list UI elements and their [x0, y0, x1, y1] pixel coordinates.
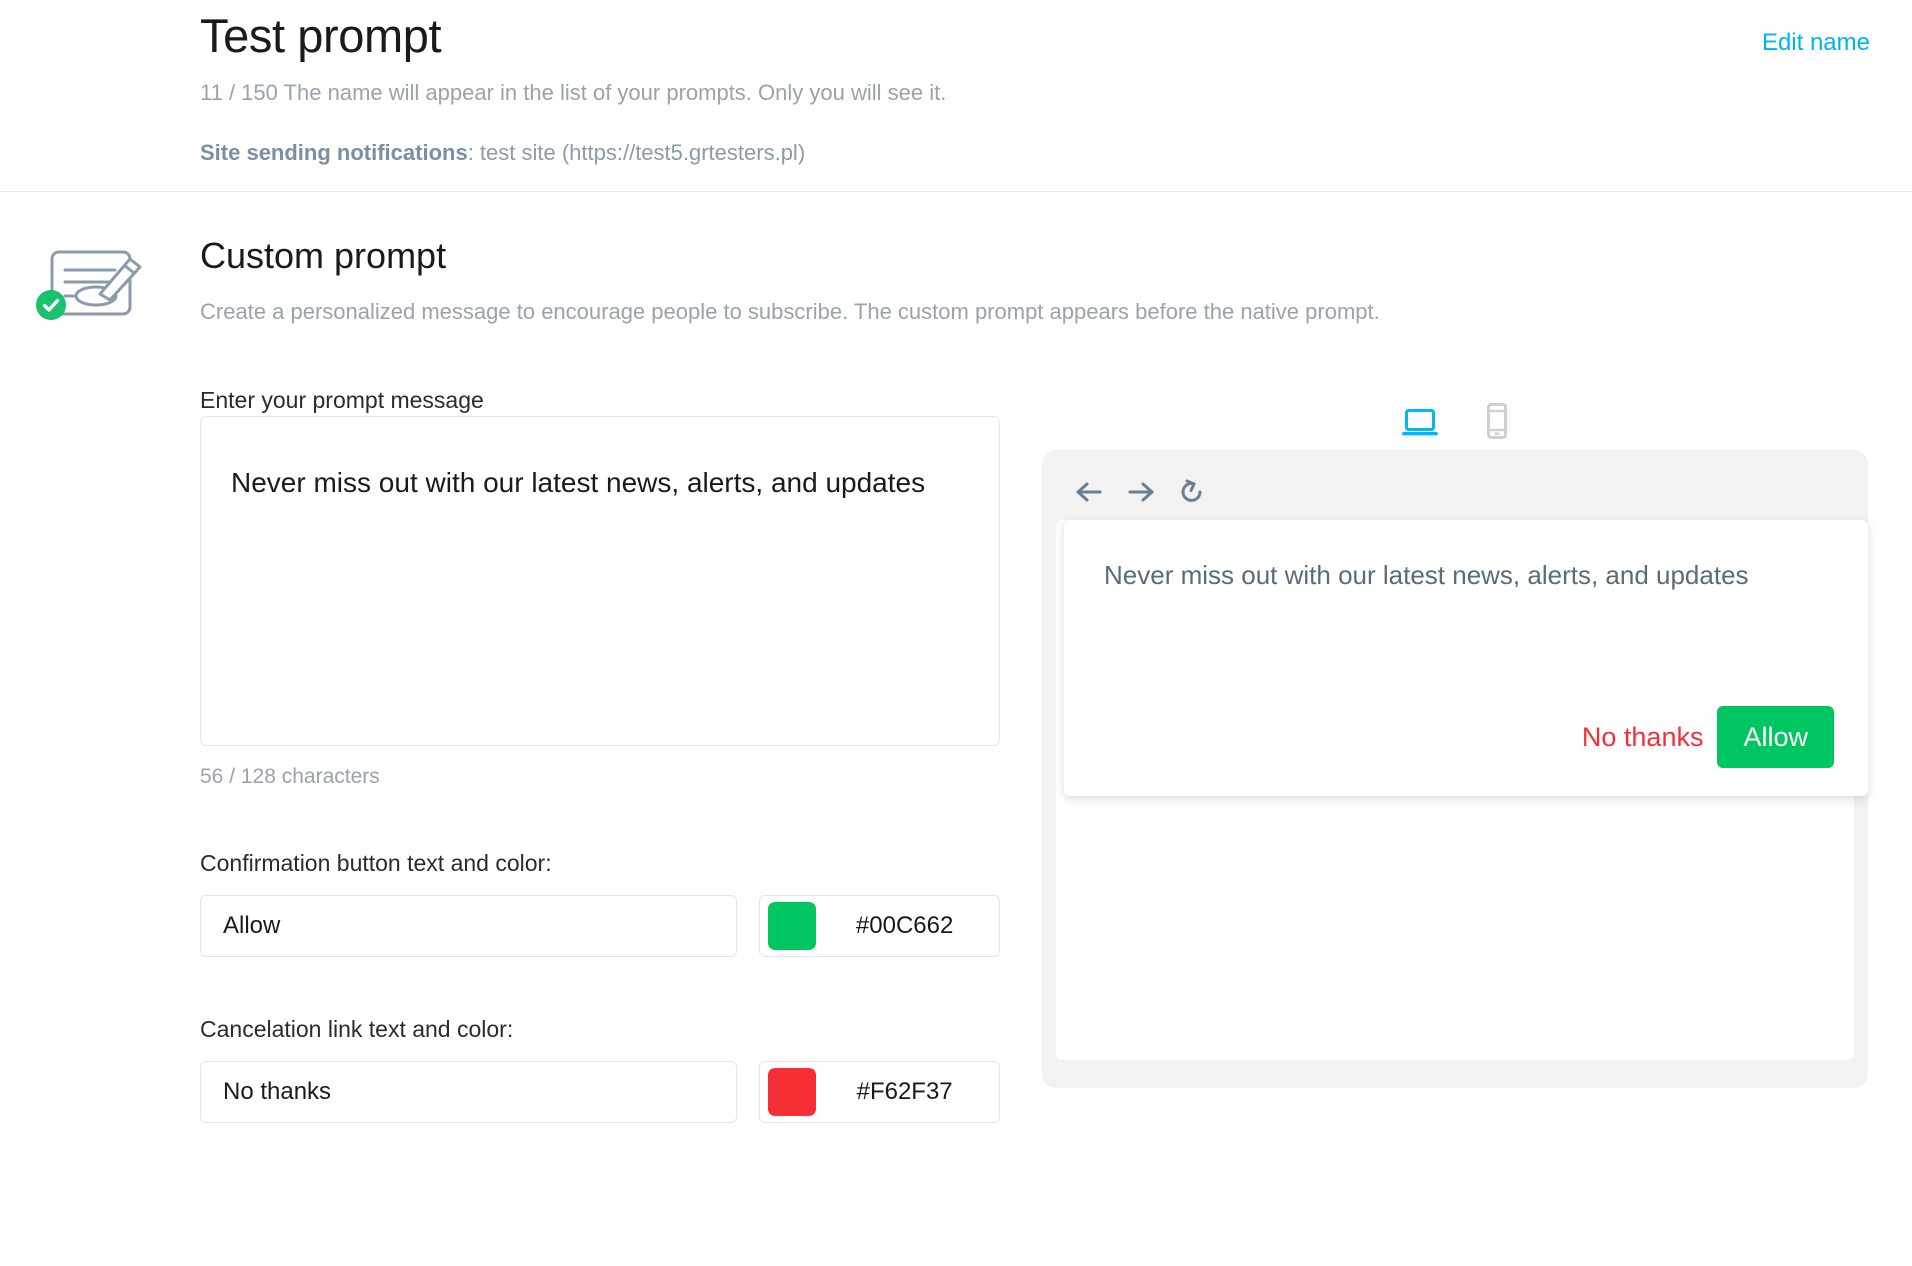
cancelation-color-picker[interactable]: #F62F37: [759, 1061, 1000, 1123]
prompt-message-label: Enter your prompt message: [200, 387, 484, 413]
arrow-right-icon[interactable]: [1126, 479, 1156, 505]
reload-icon[interactable]: [1178, 478, 1206, 506]
notification-actions: No thanks Allow: [1582, 706, 1834, 768]
cancelation-text-input[interactable]: [200, 1061, 738, 1123]
section-description: Create a personalized message to encoura…: [200, 299, 1380, 324]
browser-toolbar: [1056, 464, 1854, 520]
custom-prompt-section: Custom prompt Create a personalized mess…: [0, 192, 1912, 328]
page-header: Test prompt 11 / 150 The name will appea…: [0, 0, 1912, 192]
confirmation-button-group: Confirmation button text and color: #00C…: [200, 847, 1000, 957]
site-sending-notifications: Site sending notifications: test site (h…: [200, 138, 1872, 168]
confirmation-button-label: Confirmation button text and color:: [200, 850, 552, 876]
notification-decline-link[interactable]: No thanks: [1582, 720, 1704, 754]
browser-page: Never miss out with our latest news, ale…: [1056, 520, 1868, 1060]
prompt-message-input[interactable]: [200, 416, 1000, 746]
arrow-left-icon[interactable]: [1074, 479, 1104, 505]
name-hint-text: 11 / 150 The name will appear in the lis…: [200, 80, 947, 105]
custom-prompt-icon: [34, 240, 154, 330]
device-toggle-bar: [1042, 384, 1868, 440]
confirmation-text-input[interactable]: [200, 895, 738, 957]
site-value: : test site (https://test5.grtesters.pl): [467, 140, 806, 165]
section-title: Custom prompt: [200, 235, 447, 276]
notification-preview-card: Never miss out with our latest news, ale…: [1064, 520, 1868, 796]
laptop-icon[interactable]: [1400, 406, 1440, 440]
cancelation-link-label: Cancelation link text and color:: [200, 1016, 514, 1042]
edit-name-link[interactable]: Edit name: [1762, 28, 1870, 58]
page-title: Test prompt: [200, 9, 442, 62]
character-counter: 56 / 128 characters: [200, 765, 380, 788]
cancelation-link-group: Cancelation link text and color: #F62F37: [200, 1013, 1000, 1123]
cancelation-color-swatch: [768, 1068, 817, 1116]
prompt-form: Enter your prompt message 56 / 128 chara…: [200, 384, 1000, 1123]
editor-preview-columns: Enter your prompt message 56 / 128 chara…: [0, 328, 1912, 1123]
notification-message: Never miss out with our latest news, ale…: [1104, 560, 1749, 590]
confirmation-color-hex: #00C662: [855, 912, 954, 939]
browser-preview-frame: Never miss out with our latest news, ale…: [1042, 450, 1868, 1088]
confirmation-color-picker[interactable]: #00C662: [759, 895, 1000, 957]
mobile-icon[interactable]: [1484, 402, 1510, 440]
notification-allow-button[interactable]: Allow: [1717, 706, 1834, 768]
site-label: Site sending notifications: [200, 140, 468, 165]
cancelation-color-hex: #F62F37: [856, 1078, 953, 1105]
preview-panel: Never miss out with our latest news, ale…: [1000, 384, 1912, 1088]
confirmation-color-swatch: [768, 902, 817, 950]
